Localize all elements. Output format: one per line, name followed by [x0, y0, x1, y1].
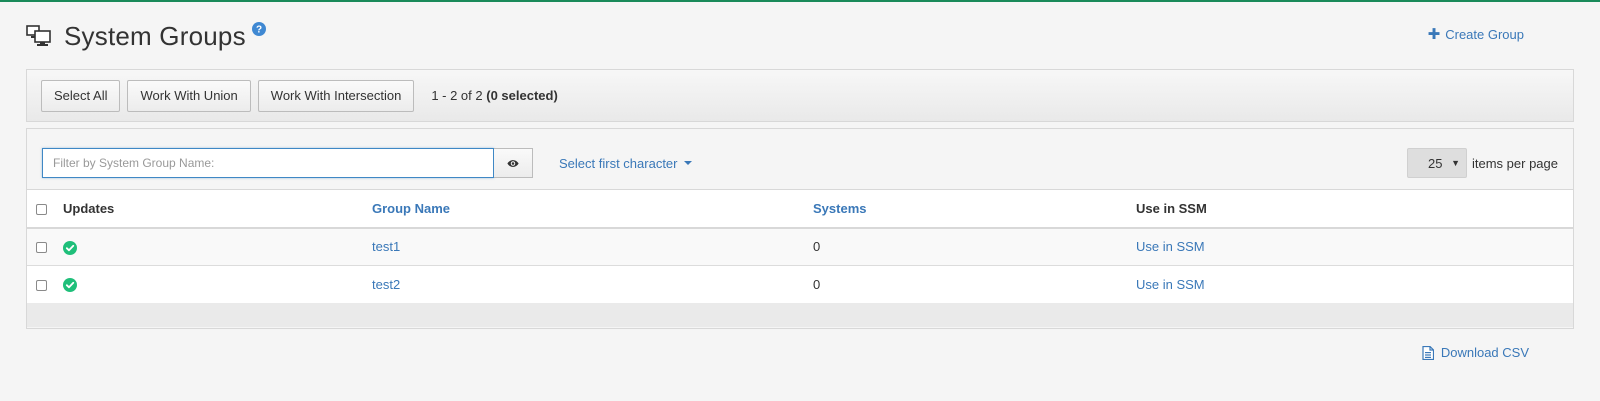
select-first-character-label: Select first character	[559, 155, 678, 171]
group-name-link[interactable]: test1	[372, 239, 400, 254]
group-name-column-header[interactable]: Group Name	[372, 190, 813, 228]
group-name-cell: test2	[372, 266, 813, 304]
use-in-ssm-link[interactable]: Use in SSM	[1136, 239, 1205, 254]
filter-row: Select first character	[42, 148, 692, 178]
range-text: 1 - 2 of 2	[431, 88, 483, 103]
eye-icon	[507, 159, 519, 167]
use-in-ssm-column-header: Use in SSM	[1136, 200, 1207, 216]
updates-cell	[63, 228, 372, 266]
group-name-filter-input[interactable]	[42, 148, 494, 178]
create-group-label: Create Group	[1445, 27, 1524, 42]
updates-column-header: Updates	[63, 200, 115, 216]
group-name-cell: test1	[372, 228, 813, 266]
per-page-control: 25 ▼ items per page	[1407, 148, 1558, 178]
csv-file-icon	[1422, 345, 1434, 360]
use-in-ssm-cell: Use in SSM	[1136, 266, 1573, 304]
caret-down-icon	[683, 161, 692, 165]
svg-text:?: ?	[256, 25, 262, 36]
table-row: test2 0 Use in SSM	[27, 265, 1573, 304]
table-header-row: Updates Group Name Systems Use in SSM	[27, 189, 1573, 228]
download-csv-link[interactable]: Download CSV	[1422, 345, 1529, 360]
system-groups-table: Updates Group Name Systems Use in SSM te…	[27, 189, 1573, 304]
row-checkbox[interactable]	[36, 280, 47, 292]
filter-apply-button[interactable]	[494, 148, 533, 178]
download-csv-label: Download CSV	[1440, 345, 1529, 360]
select-all-header-cell	[27, 190, 63, 228]
groups-panel: Select first character 25 ▼ items per pa…	[26, 128, 1574, 329]
systems-column-header[interactable]: Systems	[813, 190, 1136, 228]
selection-count: 1 - 2 of 2 (0 selected)	[431, 88, 557, 103]
systems-cell: 0	[813, 239, 821, 255]
per-page-select[interactable]: 25 ▼	[1407, 148, 1467, 178]
create-group-link[interactable]: ✚ Create Group	[1428, 27, 1524, 42]
system-groups-icon	[26, 25, 51, 46]
page-title: System Groups	[64, 20, 246, 51]
page-header: System Groups ?	[26, 16, 266, 56]
work-with-intersection-button[interactable]: Work With Intersection	[257, 79, 415, 112]
updates-cell	[63, 266, 372, 304]
use-in-ssm-link[interactable]: Use in SSM	[1136, 277, 1205, 292]
per-page-value: 25	[1428, 155, 1443, 171]
systems-cell: 0	[813, 277, 821, 292]
use-in-ssm-cell: Use in SSM	[1136, 228, 1573, 266]
select-arrow-icon: ▼	[1451, 158, 1460, 168]
plus-icon: ✚	[1427, 26, 1441, 43]
selection-toolbar: Select All Work With Union Work With Int…	[26, 69, 1574, 122]
group-name-link[interactable]: test2	[372, 277, 400, 292]
work-with-union-button[interactable]: Work With Union	[127, 79, 251, 112]
table-footer	[27, 303, 1573, 327]
help-icon[interactable]: ?	[251, 22, 266, 36]
select-first-character-dropdown[interactable]: Select first character	[559, 156, 692, 171]
check-circle-icon	[63, 278, 77, 293]
select-all-checkbox[interactable]	[36, 203, 47, 215]
selected-count: (0 selected)	[486, 88, 558, 103]
table-row: test1 0 Use in SSM	[27, 227, 1573, 266]
select-all-button[interactable]: Select All	[41, 79, 121, 112]
per-page-label: items per page	[1472, 155, 1558, 171]
check-circle-icon	[63, 240, 77, 255]
row-checkbox[interactable]	[36, 242, 47, 254]
